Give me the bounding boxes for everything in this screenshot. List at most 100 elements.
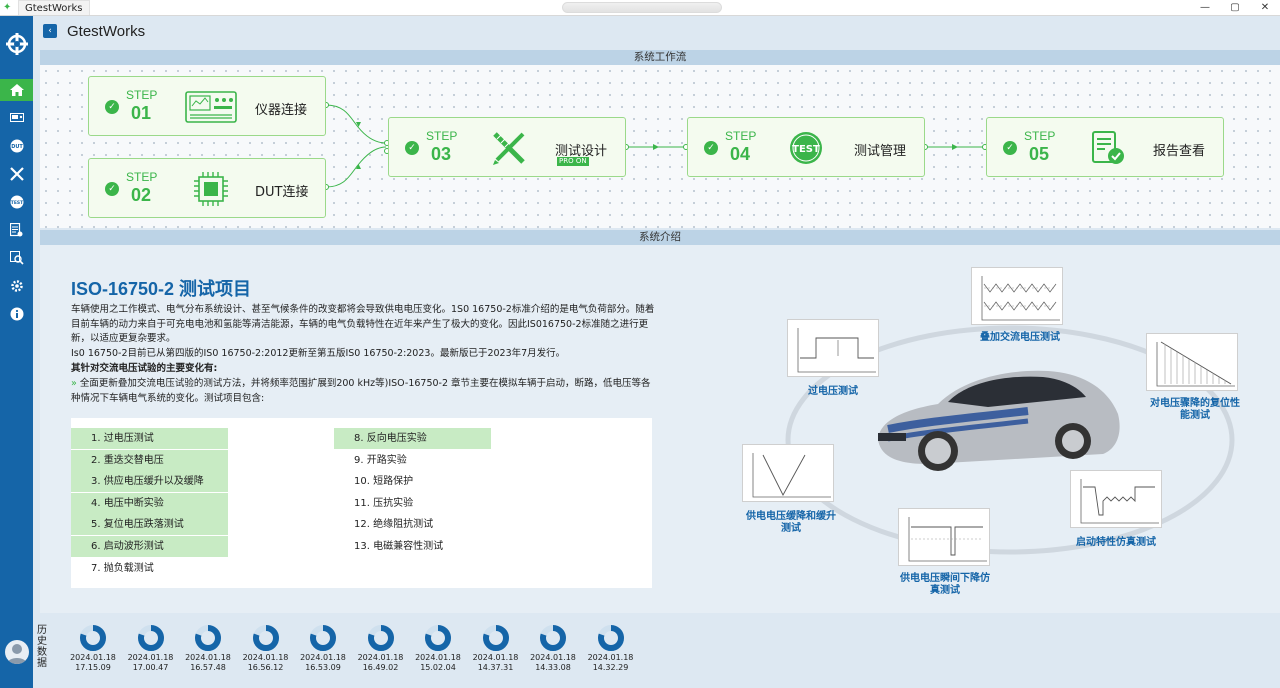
sidebar-item-home[interactable] [0, 79, 33, 101]
test-item[interactable]: 1. 过电压测试 [71, 428, 228, 449]
step-number: 03 [431, 144, 452, 164]
history-time: 15.02.04 [420, 663, 456, 672]
pro-badge: PRO ON [557, 157, 589, 166]
car-image [878, 370, 1120, 471]
step-word: STEP [126, 88, 158, 102]
sidebar-item-dut[interactable]: DUT [0, 135, 33, 157]
back-button[interactable]: ‹ [43, 24, 57, 38]
test-item[interactable]: 3. 供应电压缓升以及缓降 [71, 471, 228, 492]
test-item[interactable]: 2. 重迭交替电压 [71, 450, 228, 471]
sudden-drop-waveform-thumbnail[interactable] [1146, 333, 1238, 391]
history-item[interactable]: 2024.01.18 16.53.09 [294, 625, 350, 685]
test-item[interactable]: 5. 复位电压跌落测试 [71, 514, 228, 535]
overlay-ac-waveform-thumbnail[interactable] [971, 267, 1063, 325]
home-icon [9, 84, 24, 96]
history-timestamp: 2024.01.18 16.56.12 [237, 653, 295, 673]
history-item[interactable]: 2024.01.18 14.37.31 [467, 625, 523, 685]
test-item[interactable]: 12. 绝缘阻抗测试 [334, 514, 491, 535]
sidebar-item-settings[interactable] [0, 275, 33, 297]
maximize-button[interactable]: ▢ [1220, 0, 1250, 15]
check-icon: ✓ [704, 141, 718, 155]
page-header: ‹ GtestWorks [33, 16, 1280, 46]
overvoltage-waveform-thumbnail[interactable] [787, 319, 879, 377]
waveform-chart-icon [908, 517, 987, 562]
history-date: 2024.01.18 [530, 653, 576, 662]
check-icon: ✓ [105, 100, 119, 114]
window-tab[interactable]: GtestWorks [18, 0, 90, 15]
step-label: 仪器连接 [255, 103, 308, 118]
drag-handle[interactable] [562, 2, 722, 13]
step-number: 01 [131, 103, 152, 123]
sidebar-item-search[interactable] [0, 247, 33, 269]
test-item[interactable]: 13. 电磁兼容性测试 [334, 536, 491, 557]
waveform-chart-icon [1156, 341, 1235, 387]
history-item[interactable]: 2024.01.18 15.02.04 [409, 625, 465, 685]
step-number: 04 [730, 144, 751, 164]
transient-waveform-thumbnail[interactable] [898, 508, 990, 566]
intro-paragraph-1: 车辆使用之工作模式、电气分布系统设计、甚至气候条件的改变都将会导致供电电压变化。… [71, 304, 655, 344]
design-tools-icon [493, 132, 525, 165]
close-button[interactable]: ✕ [1250, 0, 1280, 15]
instrument-panel-icon [185, 91, 237, 123]
progress-donut-icon [367, 625, 394, 651]
check-icon: ✓ [405, 141, 419, 155]
overvoltage-label: 过电压测试 [808, 386, 858, 397]
workflow-step-01[interactable]: ✓ STEP 01 仪器连接 [88, 76, 326, 136]
app-logo-icon: ✦ [3, 2, 12, 13]
check-icon: ✓ [105, 182, 119, 196]
minimize-button[interactable]: — [1190, 0, 1220, 15]
history-date: 2024.01.18 [185, 653, 231, 662]
test-item[interactable]: 6. 启动波形测试 [71, 536, 228, 557]
history-timestamp: 2024.01.18 16.49.02 [352, 653, 410, 673]
sidebar-item-test[interactable]: TEST [0, 191, 33, 213]
history-item[interactable]: 2024.01.18 17.00.47 [122, 625, 178, 685]
progress-donut-icon [137, 625, 164, 651]
intro-paragraph-4: » 全面更新叠加交流电压试验的测试方法，并将频率范围扩展到200 kHz等)IS… [71, 377, 656, 406]
test-item[interactable]: 4. 电压中断实验 [71, 493, 228, 514]
test-item[interactable]: 9. 开路实验 [334, 450, 491, 471]
history-timestamp: 2024.01.18 17.00.47 [122, 653, 180, 673]
history-item[interactable]: 2024.01.18 17.15.09 [64, 625, 120, 685]
workflow-section-title: 系统工作流 [40, 50, 1280, 65]
history-item[interactable]: 2024.01.18 14.32.29 [582, 625, 638, 685]
workflow-step-02[interactable]: ✓ STEP 02 DUT连接 [88, 158, 326, 218]
sidebar-item-design[interactable] [0, 163, 33, 185]
workflow-step-05[interactable]: ✓ STEP 05 报告查看 [986, 117, 1224, 177]
workflow-step-03[interactable]: ✓ STEP 03 测试设计 PRO ON [388, 117, 626, 177]
test-item[interactable]: 11. 压抗实验 [334, 493, 491, 514]
ramp-label: 供电电压缓降和缓升测试 [746, 511, 836, 534]
test-item[interactable]: 8. 反向电压实验 [334, 428, 491, 449]
step-word: STEP [1024, 129, 1056, 143]
chip-icon [194, 172, 228, 206]
overlay-ac-label: 叠加交流电压测试 [980, 332, 1060, 343]
waveform-chart-icon [1080, 479, 1159, 524]
history-time: 16.49.02 [362, 663, 399, 672]
history-timestamp: 2024.01.18 16.57.48 [179, 653, 237, 673]
step-word: STEP [126, 170, 158, 184]
history-item[interactable]: 2024.01.18 16.56.12 [237, 625, 293, 685]
history-time: 14.32.29 [592, 663, 629, 672]
history-timestamp: 2024.01.18 14.37.31 [467, 653, 525, 673]
history-timestamp: 2024.01.18 15.02.04 [409, 653, 467, 673]
ramp-waveform-thumbnail[interactable] [742, 444, 834, 502]
history-item[interactable]: 2024.01.18 14.33.08 [524, 625, 580, 685]
test-item[interactable]: 10. 短路保护 [334, 471, 491, 492]
sidebar-item-info[interactable] [0, 303, 33, 325]
workflow-step-04[interactable]: ✓ STEP 04 TEST 测试管理 [687, 117, 925, 177]
test-items-box: 1. 过电压测试 2. 重迭交替电压 3. 供应电压缓升以及缓降 4. 电压中断… [71, 418, 652, 588]
history-date: 2024.01.18 [242, 653, 289, 662]
sidebar-item-instrument[interactable] [0, 107, 33, 129]
history-item[interactable]: 2024.01.18 16.49.02 [352, 625, 408, 685]
settings-icon [10, 280, 23, 292]
history-bar: 历史数据 2024.01.18 17.15.09 2024.01.18 17.00.4… [33, 613, 1280, 688]
window-titlebar: ✦ GtestWorks — ▢ ✕ [0, 0, 1280, 16]
start-waveform-thumbnail[interactable] [1070, 470, 1162, 528]
tools-icon [9, 167, 24, 181]
sidebar-item-report[interactable] [0, 219, 33, 241]
history-item[interactable]: 2024.01.18 16.57.48 [179, 625, 235, 685]
progress-donut-icon [425, 625, 451, 651]
app-logo-icon [6, 33, 28, 55]
check-icon: ✓ [1003, 141, 1017, 155]
user-avatar[interactable] [5, 640, 29, 664]
test-item[interactable]: 7. 抛负载测试 [71, 558, 228, 579]
